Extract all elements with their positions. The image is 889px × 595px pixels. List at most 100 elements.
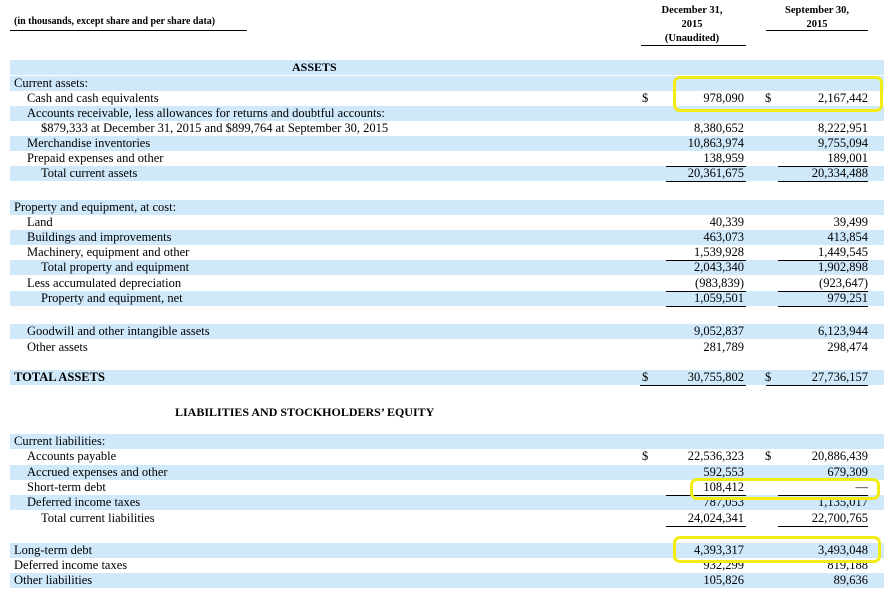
table-row: Accounts payable $ $22,536,323 20,886,439 bbox=[10, 449, 884, 464]
value-september: 89,636 bbox=[833, 573, 868, 587]
row-label: Deferred income taxes bbox=[27, 495, 141, 509]
value-september: 979,251 bbox=[827, 291, 868, 305]
value-december: 1,059,501 bbox=[694, 291, 744, 305]
value-december: 2,043,340 bbox=[694, 260, 744, 274]
section-title-assets: ASSETS bbox=[292, 60, 337, 74]
value-september: 22,700,765 bbox=[811, 511, 868, 525]
value-september: 20,886,439 bbox=[811, 449, 868, 463]
dollar-sign-december: $ bbox=[642, 370, 649, 384]
table-row: Less accumulated depreciation (983,839) (9… bbox=[10, 276, 884, 291]
total-assets-rule bbox=[640, 385, 746, 386]
value-december: 20,361,675 bbox=[687, 166, 744, 180]
highlight-annotation bbox=[690, 478, 880, 500]
value-september: 6,123,944 bbox=[818, 324, 868, 338]
table-row: Prepaid expenses and other 138,959 189,001 bbox=[10, 151, 884, 166]
table-row: Property and equipment, at cost: bbox=[10, 200, 884, 215]
assets-section-row: ASSETS bbox=[10, 60, 884, 75]
total-rule bbox=[666, 306, 746, 307]
row-label: TOTAL ASSETS bbox=[14, 370, 105, 384]
row-label: Other assets bbox=[27, 340, 88, 354]
dollar-sign-december: $ bbox=[642, 91, 649, 105]
liabilities-section-row: LIABILITIES AND STOCKHOLDERS’ EQUITY bbox=[10, 405, 884, 420]
subtotal-rule bbox=[666, 260, 746, 261]
row-label: Less accumulated depreciation bbox=[27, 276, 182, 290]
row-label: Prepaid expenses and other bbox=[27, 151, 164, 165]
highlight-annotation bbox=[673, 536, 881, 563]
value-september: 20,334,488 bbox=[811, 166, 868, 180]
row-label: Accounts payable bbox=[27, 449, 117, 463]
table-row: Total current liabilities 24,024,341 22,70… bbox=[10, 511, 884, 526]
table-row: Other liabilities 105,826 89,636 bbox=[10, 573, 884, 588]
value-september: 298,474 bbox=[827, 340, 868, 354]
table-row: Merchandise inventories 10,863,974 9,755,0… bbox=[10, 136, 884, 151]
value-september: 27,736,157 bbox=[811, 370, 868, 384]
value-december: 8,380,652 bbox=[694, 121, 744, 135]
total-rule bbox=[778, 526, 868, 527]
subtotal-rule bbox=[778, 260, 868, 261]
row-label: Long-term debt bbox=[14, 543, 93, 557]
value-september: 1,449,545 bbox=[818, 245, 868, 259]
value-september: 413,854 bbox=[827, 230, 868, 244]
section-title-liabilities: LIABILITIES AND STOCKHOLDERS’ EQUITY bbox=[175, 405, 435, 419]
table-row: Other assets 281,789 298,474 bbox=[10, 340, 884, 355]
row-label: Property and equipment, net bbox=[41, 291, 183, 305]
table-row: Total property and equipment 2,043,340 1,9… bbox=[10, 260, 884, 275]
row-label: Short-term debt bbox=[27, 480, 106, 494]
row-label: $879,333 at December 31, 2015 and $899,7… bbox=[41, 121, 389, 135]
subtotal-rule bbox=[666, 291, 746, 292]
value-december: 10,863,974 bbox=[687, 136, 744, 150]
table-row: Land 40,339 39,499 bbox=[10, 215, 884, 230]
value-december: 22,536,323 bbox=[687, 449, 744, 463]
table-row: Machinery, equipment and other 1,539,928 1… bbox=[10, 245, 884, 260]
row-label: Total property and equipment bbox=[41, 260, 190, 274]
row-label: Current assets: bbox=[14, 76, 88, 90]
table-row: Total current assets 20,361,675 20,334,488 bbox=[10, 166, 884, 181]
row-label: Other liabilities bbox=[14, 573, 93, 587]
value-december: 463,073 bbox=[703, 230, 744, 244]
dollar-sign-september: $ bbox=[765, 449, 772, 463]
value-september: 9,755,094 bbox=[818, 136, 868, 150]
value-december: 9,052,837 bbox=[694, 324, 744, 338]
row-label: Total current assets bbox=[41, 166, 138, 180]
value-december: 138,959 bbox=[703, 151, 744, 165]
table-row: Property and equipment, net 1,059,501 979,… bbox=[10, 291, 884, 306]
row-label: Accrued expenses and other bbox=[27, 465, 168, 479]
row-label: Deferred income taxes bbox=[14, 558, 128, 572]
value-september: 8,222,951 bbox=[818, 121, 868, 135]
subtotal-rule bbox=[778, 291, 868, 292]
table-row: Buildings and improvements 463,073 413,854 bbox=[10, 230, 884, 245]
row-label: Total current liabilities bbox=[41, 511, 155, 525]
table-row: TOTAL ASSETS $ $30,755,802 27,736,157 bbox=[10, 370, 884, 385]
dollar-sign-december: $ bbox=[642, 449, 649, 463]
subtotal-rule bbox=[666, 166, 746, 167]
total-rule bbox=[666, 526, 746, 527]
value-september: 189,001 bbox=[827, 151, 868, 165]
row-label: Goodwill and other intangible assets bbox=[27, 324, 210, 338]
subtotal-rule bbox=[778, 166, 868, 167]
table-row: Goodwill and other intangible assets 9,05… bbox=[10, 324, 884, 339]
table-row: Current liabilities: bbox=[10, 434, 884, 449]
total-rule bbox=[666, 181, 746, 182]
row-label: Cash and cash equivalents bbox=[27, 91, 159, 105]
value-december: 1,539,928 bbox=[694, 245, 744, 259]
dollar-sign-september: $ bbox=[765, 370, 772, 384]
value-december: (983,839) bbox=[695, 276, 744, 290]
row-label: Current liabilities: bbox=[14, 434, 106, 448]
value-september: 1,902,898 bbox=[818, 260, 868, 274]
value-september: 39,499 bbox=[833, 215, 868, 229]
table-row: $879,333 at December 31, 2015 and $899,7… bbox=[10, 121, 884, 136]
total-assets-rule bbox=[766, 385, 868, 386]
row-label: Land bbox=[27, 215, 53, 229]
value-december: 105,826 bbox=[703, 573, 744, 587]
total-rule bbox=[778, 306, 868, 307]
value-december: 24,024,341 bbox=[687, 511, 744, 525]
value-december: 40,339 bbox=[709, 215, 744, 229]
value-december: 30,755,802 bbox=[687, 370, 744, 384]
row-label: Machinery, equipment and other bbox=[27, 245, 190, 259]
highlight-annotation bbox=[673, 76, 883, 112]
row-label: Property and equipment, at cost: bbox=[14, 200, 177, 214]
row-label: Merchandise inventories bbox=[27, 136, 151, 150]
value-september: (923,647) bbox=[819, 276, 868, 290]
row-label: Buildings and improvements bbox=[27, 230, 172, 244]
value-december: 281,789 bbox=[703, 340, 744, 354]
